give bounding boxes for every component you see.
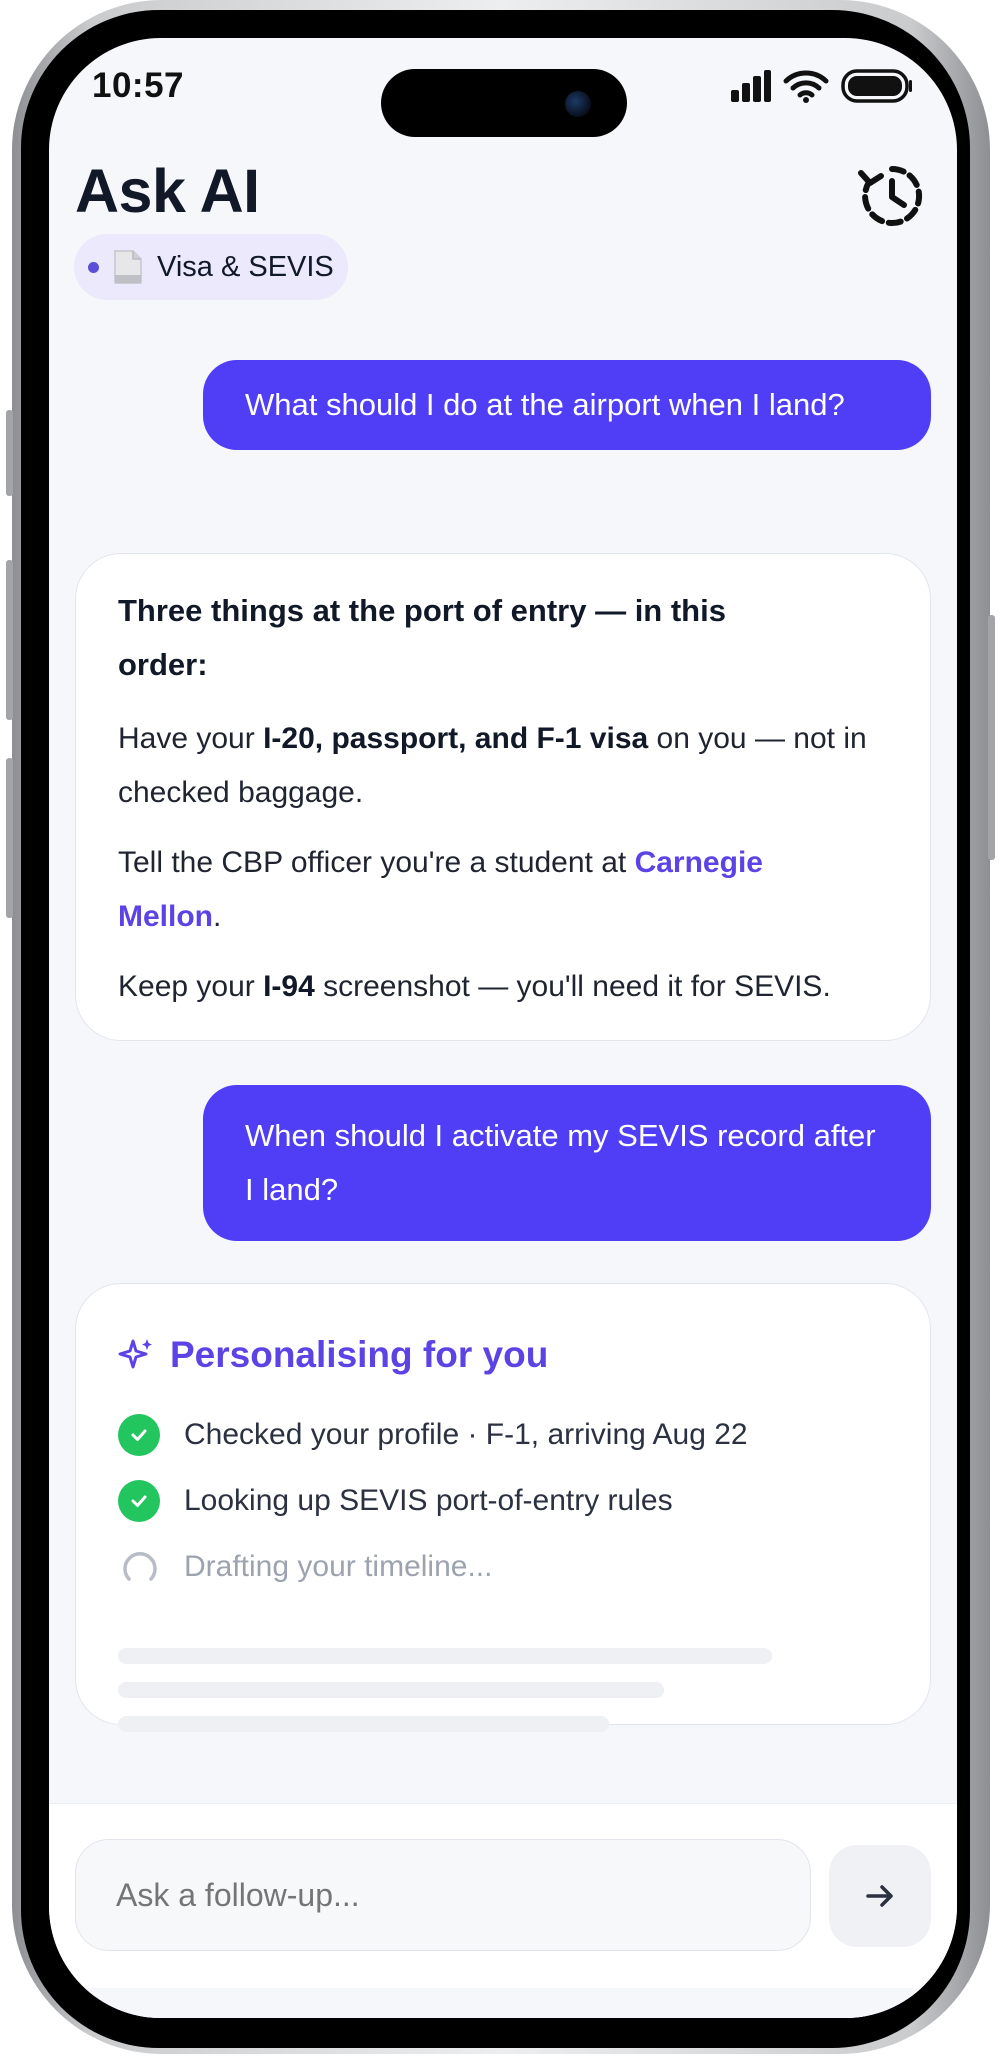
power-button — [988, 615, 995, 860]
progress-step-1-label: Checked your profile · F-1, arriving Aug… — [184, 1418, 748, 1451]
check-icon — [118, 1480, 160, 1522]
user-message-1: What should I do at the airport when I l… — [203, 360, 931, 450]
arrow-right-icon — [866, 1885, 893, 1907]
action-button — [6, 410, 13, 496]
progress-step-3: Drafting your timeline... — [118, 1534, 888, 1600]
user-message-1-text: What should I do at the airport when I l… — [245, 387, 845, 422]
skeleton-line — [118, 1648, 772, 1664]
progress-step-2-label: Looking up SEVIS port-of-entry rules — [184, 1484, 673, 1517]
skeleton-line — [118, 1682, 664, 1698]
ai-response-heading: Three things at the port of entry — in t… — [118, 593, 726, 682]
history-clock-icon[interactable] — [857, 161, 927, 231]
app-screen: 10:57 Ask AI Visa & SEVIS What should I … — [49, 38, 957, 2018]
user-message-2-text: When should I activate my SEVIS record a… — [245, 1118, 876, 1207]
progress-step-1: Checked your profile · F-1, arriving Aug… — [118, 1402, 888, 1468]
progress-step-3-label: Drafting your timeline... — [184, 1550, 493, 1583]
check-icon — [118, 1414, 160, 1456]
home-area — [49, 1988, 957, 2018]
ai-progress-card: Personalising for you Checked your profi… — [75, 1283, 931, 1732]
cellular-signal-icon — [731, 70, 771, 102]
loading-spinner-icon — [123, 1552, 157, 1581]
page-title: Ask AI — [75, 157, 260, 225]
topic-chip-label: Visa & SEVIS — [157, 250, 334, 283]
ai-response-1: Three things at the port of entry — in t… — [75, 553, 931, 1041]
battery-icon — [841, 69, 912, 103]
dynamic-island — [381, 69, 627, 137]
sparkle-icon — [118, 1339, 152, 1369]
progress-step-2: Looking up SEVIS port-of-entry rules — [118, 1468, 888, 1534]
topic-chip[interactable]: Visa & SEVIS — [74, 234, 348, 300]
document-icon — [114, 250, 142, 284]
ai-response-item-1: Have your I-20, passport, and F-1 visa o… — [118, 722, 867, 809]
ai-response-item-3: Keep your I-94 screenshot — you'll need … — [118, 970, 831, 1003]
progress-title: Personalising for you — [118, 1334, 888, 1376]
volume-up-button — [6, 560, 13, 720]
ai-response-item-2: Tell the CBP officer you're a student at… — [118, 846, 763, 933]
wifi-icon — [783, 70, 829, 103]
progress-title-text: Personalising for you — [170, 1334, 549, 1375]
user-message-2: When should I activate my SEVIS record a… — [203, 1085, 931, 1241]
follow-up-input[interactable] — [75, 1839, 811, 1951]
send-button[interactable] — [829, 1845, 931, 1947]
status-icons — [731, 69, 913, 103]
volume-down-button — [6, 758, 13, 918]
composer-bar — [49, 1803, 957, 2018]
topic-dot — [88, 261, 99, 273]
status-time: 10:57 — [92, 66, 185, 105]
skeleton-lines — [118, 1648, 888, 1732]
skeleton-line — [118, 1716, 609, 1732]
